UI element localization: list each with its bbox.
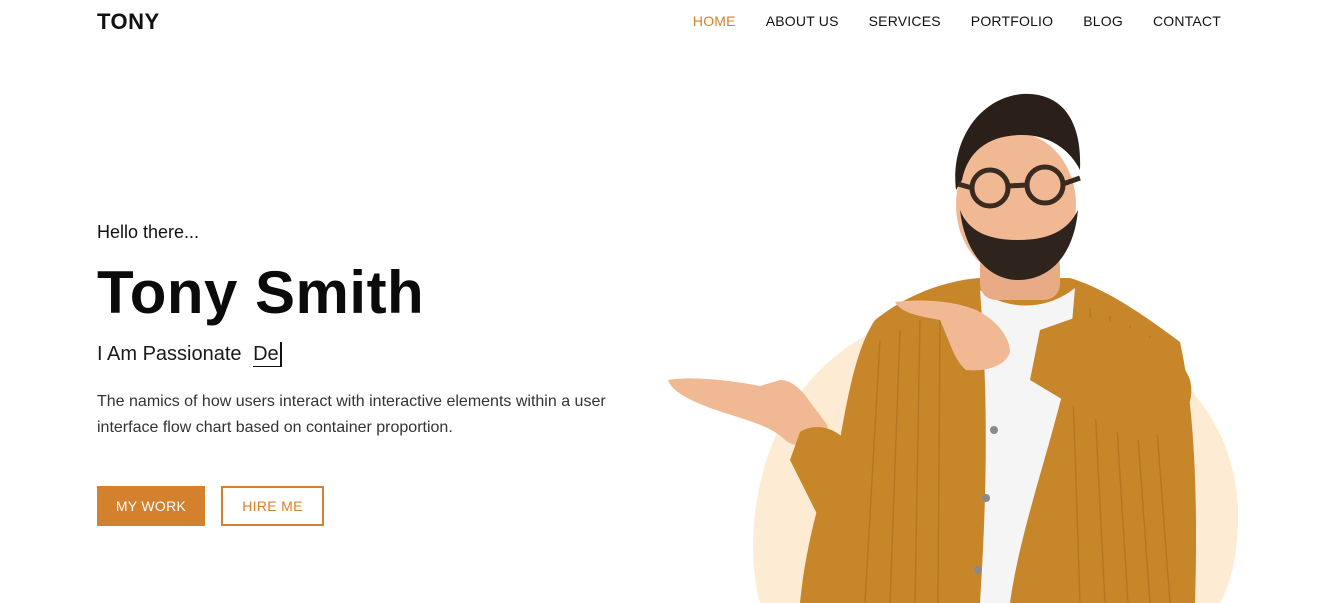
nav-about-us[interactable]: ABOUT US: [766, 13, 839, 29]
typed-text: De: [253, 342, 282, 367]
page: TONY HOME ABOUT US SERVICES PORTFOLIO BL…: [0, 0, 1327, 603]
site-logo[interactable]: TONY: [97, 9, 160, 35]
hero-description: The namics of how users interact with in…: [97, 393, 606, 436]
hero-tagline: I Am Passionate De: [97, 342, 282, 367]
tagline-prefix: I Am Passionate: [97, 343, 242, 365]
nav-contact[interactable]: CONTACT: [1153, 13, 1221, 29]
hero-greeting: Hello there...: [97, 222, 200, 242]
nav-portfolio[interactable]: PORTFOLIO: [971, 13, 1053, 29]
nav-home[interactable]: HOME: [693, 13, 736, 29]
main-nav: HOME ABOUT US SERVICES PORTFOLIO BLOG CO…: [693, 13, 1221, 29]
hire-me-button[interactable]: HIRE ME: [221, 486, 324, 526]
nav-blog[interactable]: BLOG: [1083, 13, 1123, 29]
nav-services[interactable]: SERVICES: [869, 13, 941, 29]
hero-portrait-image: [650, 80, 1270, 603]
site-header: TONY HOME ABOUT US SERVICES PORTFOLIO BL…: [0, 0, 1327, 44]
hero-name: Tony Smith: [97, 259, 425, 326]
my-work-button[interactable]: MY WORK: [97, 486, 205, 526]
